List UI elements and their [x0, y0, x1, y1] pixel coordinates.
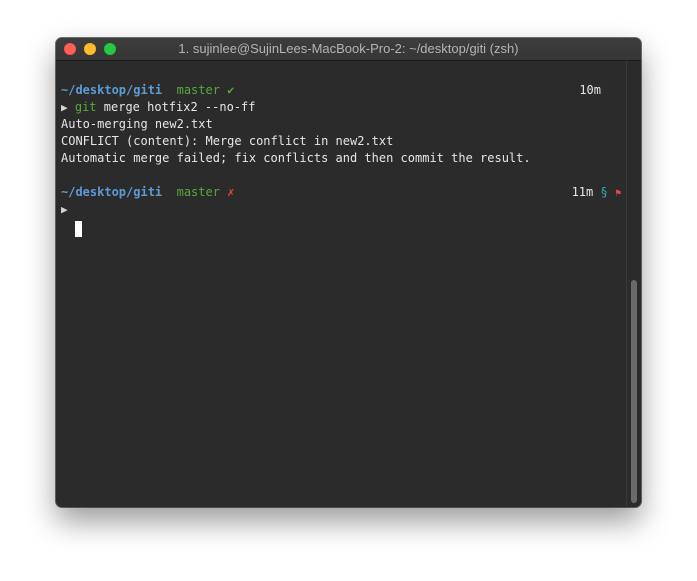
- dirty-status-icon: ✗: [227, 185, 235, 199]
- prompt-branch: master: [176, 83, 220, 97]
- prompt-arrow-icon: ▶: [61, 101, 68, 114]
- terminal-window: 1. sujinlee@SujinLees-MacBook-Pro-2: ~/d…: [56, 38, 641, 507]
- flag-icon: ⚑: [614, 188, 621, 199]
- text-cursor: [75, 221, 82, 237]
- prompt-path: ~/desktop/giti: [61, 83, 163, 97]
- elapsed-time: 10m: [579, 83, 601, 97]
- prompt-arrow-icon: ▶: [61, 203, 68, 216]
- stash-icon: §: [600, 185, 608, 199]
- title-bar[interactable]: 1. sujinlee@SujinLees-MacBook-Pro-2: ~/d…: [56, 38, 641, 61]
- command-args: merge hotfix2 --no-ff: [103, 100, 256, 114]
- prompt-right-status: 11m § ⚑: [572, 184, 621, 201]
- output-line: Automatic merge failed; fix conflicts an…: [61, 151, 531, 165]
- terminal-content[interactable]: ~/desktop/giti master ✔ 10m ▶ git merge …: [61, 61, 627, 507]
- command-line: ▶ git merge hotfix2 --no-ff: [61, 99, 256, 116]
- prompt-line: ~/desktop/giti master ✗: [61, 184, 234, 201]
- clean-status-icon: ✔: [227, 83, 235, 97]
- scrollbar-thumb[interactable]: [631, 280, 637, 503]
- command-program: git: [74, 100, 97, 114]
- prompt-line: ~/desktop/giti master ✔: [61, 82, 234, 99]
- output-line: Auto-merging new2.txt: [61, 117, 213, 131]
- command-line: ▶: [61, 201, 68, 218]
- prompt-path: ~/desktop/giti: [61, 185, 163, 199]
- scrollbar[interactable]: [626, 61, 641, 507]
- output-line: CONFLICT (content): Merge conflict in ne…: [61, 134, 394, 148]
- window-title: 1. sujinlee@SujinLees-MacBook-Pro-2: ~/d…: [178, 41, 519, 56]
- prompt-branch: master: [176, 185, 220, 199]
- elapsed-time: 11m: [571, 185, 594, 199]
